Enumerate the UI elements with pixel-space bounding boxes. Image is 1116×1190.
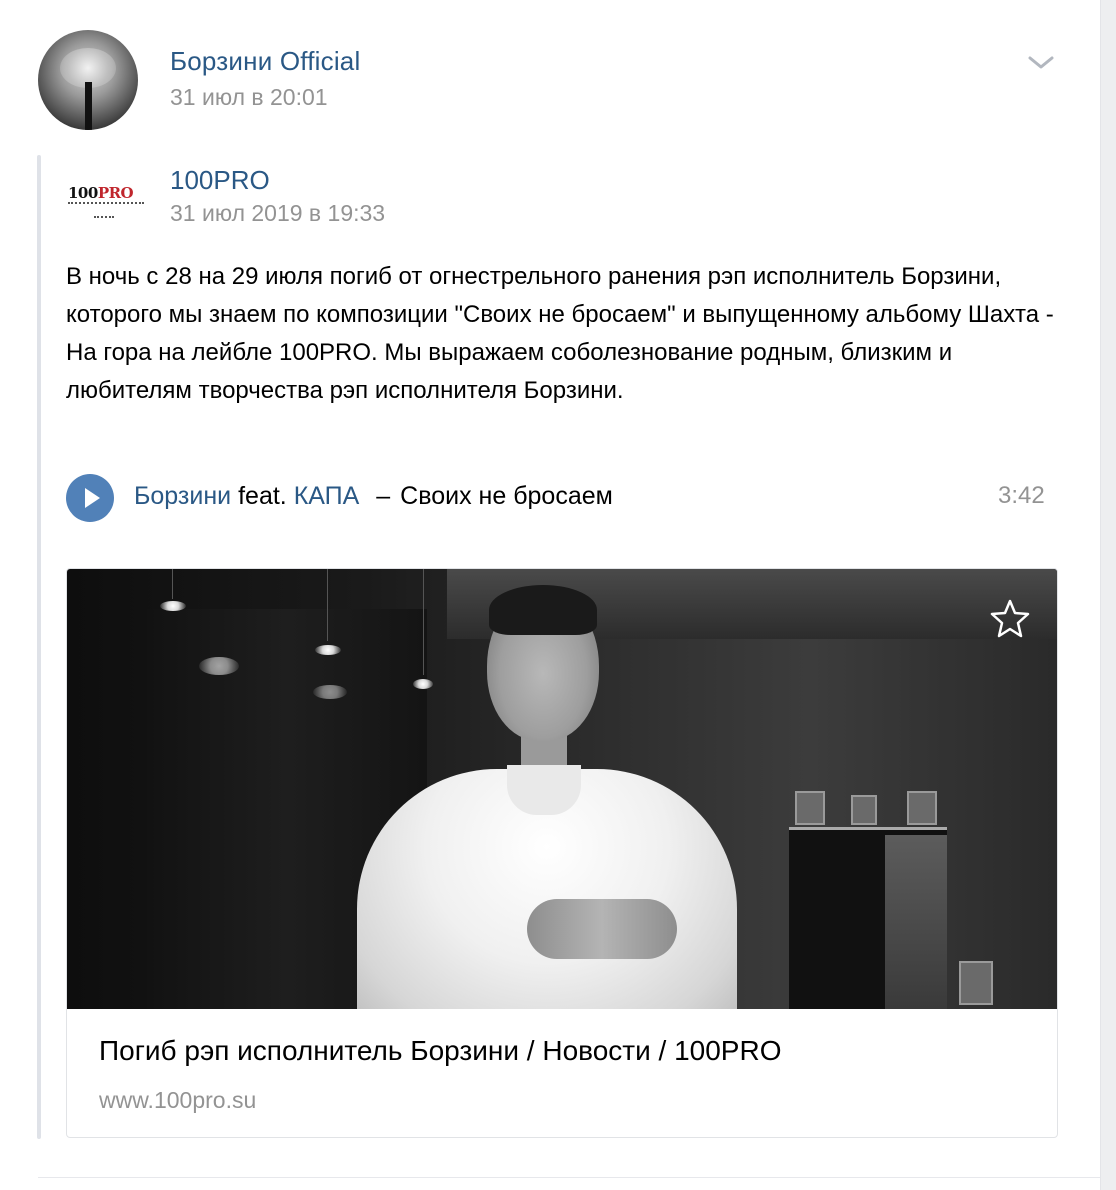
link-snippet[interactable]: Погиб рэп исполнитель Борзини / Новости …: [66, 568, 1058, 1138]
photo-shelf-glass: [885, 835, 947, 1009]
photo-person-hair: [489, 585, 597, 635]
source-date[interactable]: 31 июл 2019 в 19:33: [170, 200, 385, 227]
snippet-photo[interactable]: [67, 569, 1057, 1009]
photo-person-hands: [527, 899, 677, 959]
chevron-down-icon[interactable]: [1026, 50, 1056, 74]
snippet-domain: www.100pro.su: [99, 1087, 257, 1113]
source-logo-dots: [94, 208, 114, 218]
track-artist-link[interactable]: Борзини: [134, 482, 231, 510]
post-card: Борзини Official 31 июл в 20:01 100PRO 1…: [0, 0, 1101, 1190]
track-featured-artist-link[interactable]: КАПА: [294, 482, 360, 510]
play-button[interactable]: [66, 474, 114, 522]
play-icon: [85, 488, 100, 508]
snippet-title[interactable]: Погиб рэп исполнитель Борзини / Новости …: [99, 1035, 781, 1067]
author-avatar[interactable]: [38, 30, 138, 130]
track-title: Своих не бросаем: [400, 482, 613, 510]
repost-indent-line: [37, 155, 41, 1139]
source-logo-wordmark: 100PRO: [68, 184, 134, 202]
source-logo-underline: [68, 202, 144, 206]
star-outline-icon[interactable]: [989, 597, 1031, 639]
source-logo[interactable]: 100PRO: [66, 172, 146, 226]
page-background-strip: [1101, 0, 1116, 1180]
post-date[interactable]: 31 июл в 20:01: [170, 84, 328, 111]
track-separator: –: [376, 482, 391, 510]
avatar-chimney: [85, 82, 92, 130]
post-bottom-divider: [38, 1177, 1100, 1178]
photo-person-collar: [507, 765, 581, 815]
post-text: В ночь с 28 на 29 июля погиб от огнестре…: [66, 263, 1054, 404]
track-duration: 3:42: [998, 482, 1045, 509]
track-feat-word: feat.: [238, 482, 287, 510]
source-name-link[interactable]: 100PRO: [170, 165, 270, 196]
audio-track[interactable]: Борзини feat. КАПА – Своих не бросаем: [134, 482, 613, 511]
author-name-link[interactable]: Борзини Official: [170, 46, 360, 77]
